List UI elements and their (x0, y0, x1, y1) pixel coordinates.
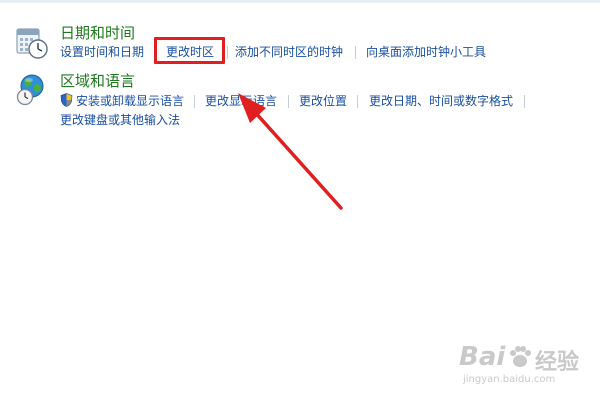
globe-clock-icon[interactable] (14, 72, 48, 106)
uac-shield-icon (60, 93, 73, 107)
link-set-time-date[interactable]: 设置时间和日期 (60, 45, 144, 60)
watermark: Bai 经验 jingyan.baidu.com (445, 340, 595, 390)
top-border (0, 0, 600, 3)
separator (194, 95, 195, 108)
link-install-display-language[interactable]: 安装或卸载显示语言 (76, 94, 184, 109)
separator (524, 95, 525, 108)
separator (355, 46, 356, 59)
watermark-brand-cn: 经验 (535, 350, 580, 375)
link-add-clock-gadget[interactable]: 向桌面添加时钟小工具 (366, 45, 486, 60)
separator (227, 46, 228, 59)
calendar-clock-icon[interactable] (14, 26, 48, 60)
watermark-brand: Bai (459, 342, 506, 372)
category-title-region-language[interactable]: 区域和语言 (60, 72, 135, 90)
link-change-date-time-number-format[interactable]: 更改日期、时间或数字格式 (369, 94, 513, 109)
link-change-location[interactable]: 更改位置 (299, 94, 347, 109)
separator (288, 95, 289, 108)
category-title-date-time[interactable]: 日期和时间 (60, 24, 135, 42)
control-panel-clock-language-region: 日期和时间 设置时间和日期 更改时区 添加不同时区的时钟 向桌面添加时钟小工具 … (0, 0, 600, 400)
link-change-keyboard-input[interactable]: 更改键盘或其他输入法 (60, 113, 180, 128)
link-add-clocks[interactable]: 添加不同时区的时钟 (235, 45, 343, 60)
highlight-box (154, 37, 225, 64)
separator (357, 95, 358, 108)
baidu-paw-icon (510, 346, 531, 367)
watermark-url: jingyan.baidu.com (463, 374, 556, 385)
link-change-display-language[interactable]: 更改显示语言 (205, 94, 277, 109)
